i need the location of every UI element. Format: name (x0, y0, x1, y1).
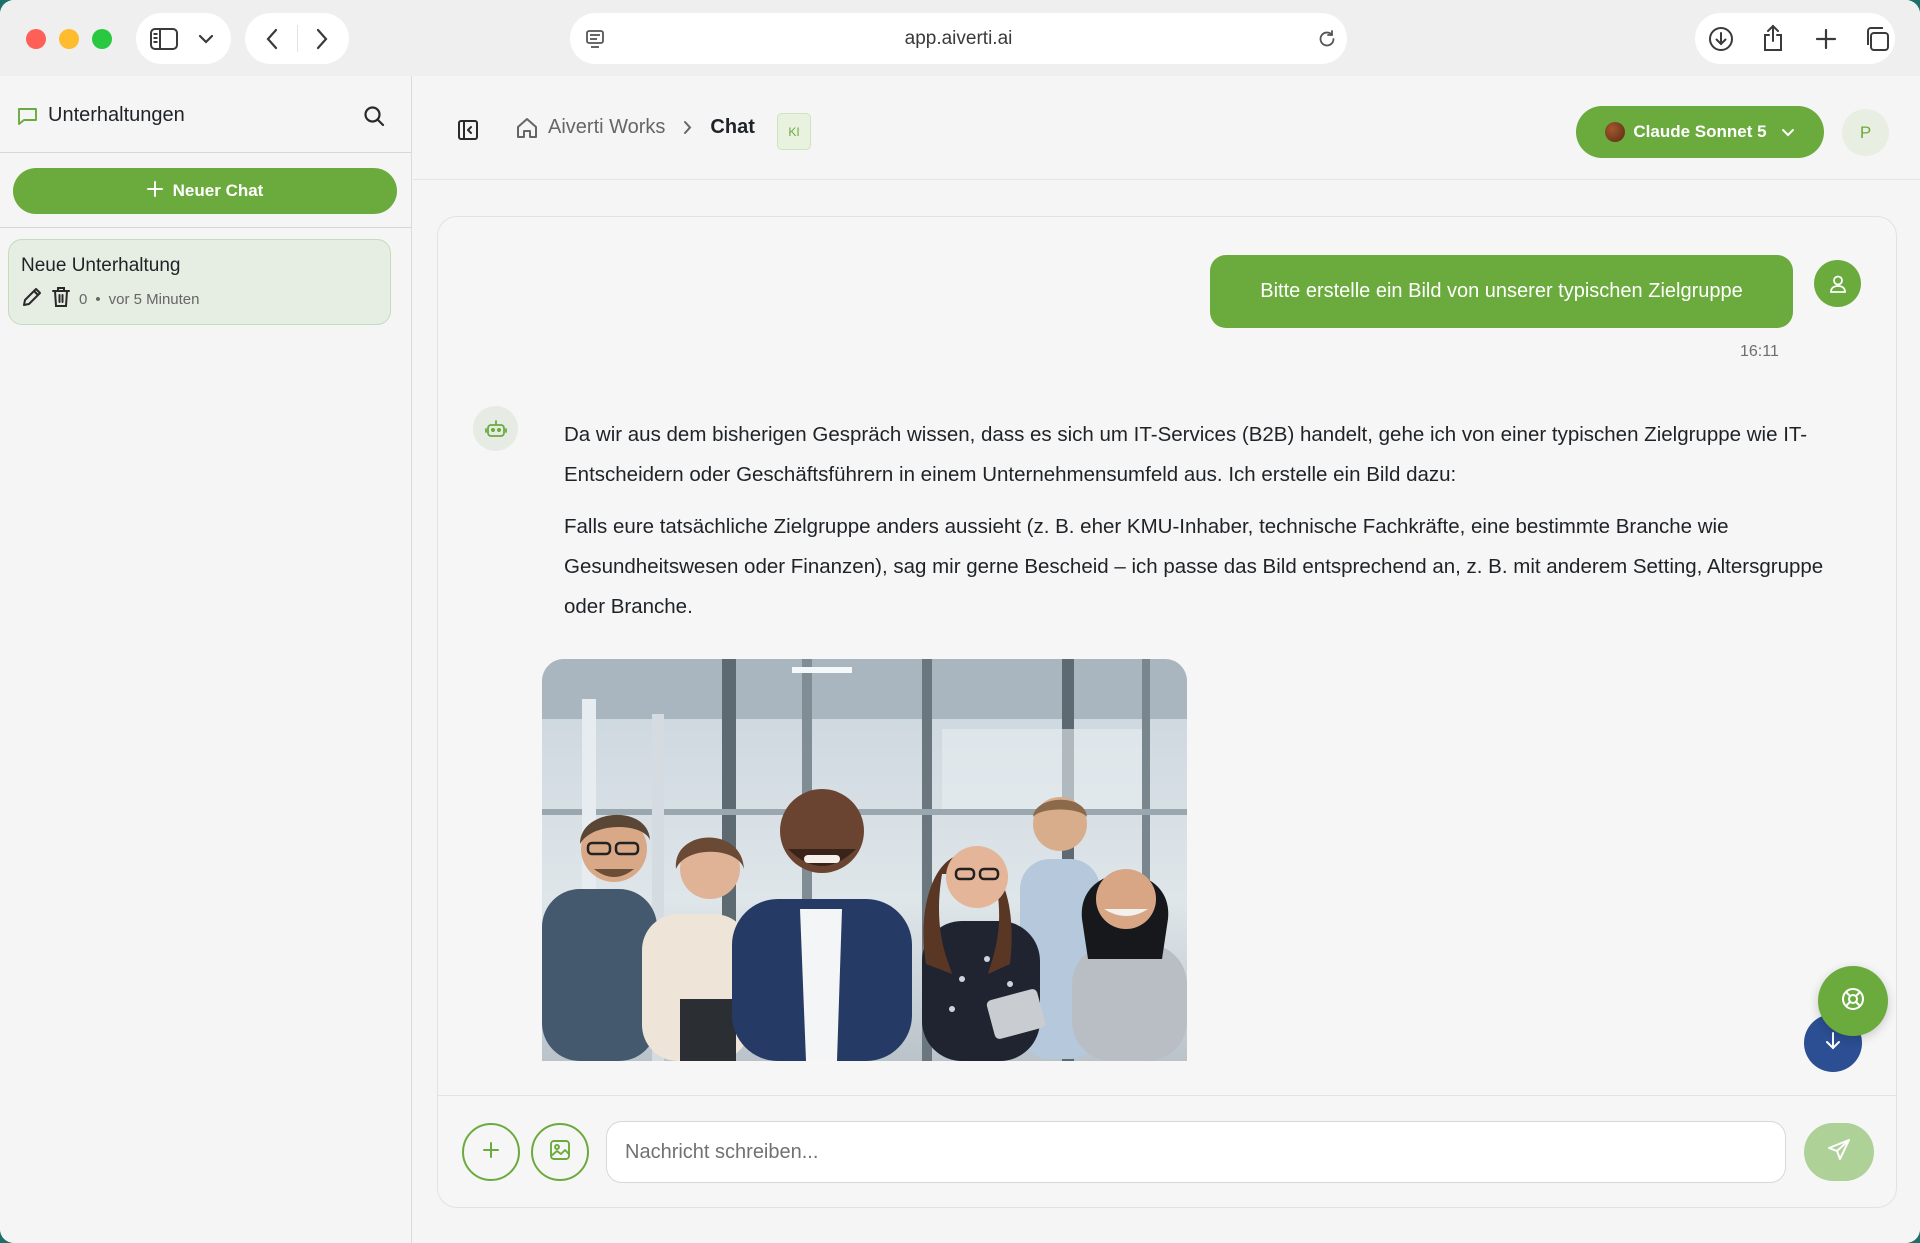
forward-icon[interactable] (309, 25, 335, 52)
top-bar: Aiverti Works Chat KI Claude Sonnet 5 P (413, 76, 1920, 180)
home-icon[interactable] (516, 117, 538, 139)
chevron-down-icon (1781, 128, 1795, 137)
chevron-right-icon (683, 120, 692, 135)
composer (438, 1095, 1896, 1207)
breadcrumb-home[interactable]: Aiverti Works (548, 116, 665, 139)
browser-toolbar: app.aiverti.ai (0, 0, 1920, 76)
help-button[interactable] (1818, 966, 1888, 1036)
ki-badge: KI (777, 113, 811, 150)
conversation-sidebar: Unterhaltungen Neuer Chat Neue Unterhalt… (0, 76, 412, 1243)
add-attachment-button[interactable] (462, 1123, 520, 1181)
back-icon[interactable] (259, 25, 285, 52)
message-timestamp: 16:11 (1740, 343, 1779, 360)
user-message: Bitte erstelle ein Bild von unserer typi… (1210, 255, 1793, 328)
sidebar-divider (0, 227, 411, 228)
zoom-window-button[interactable] (92, 29, 112, 49)
image-icon (549, 1139, 571, 1166)
main-area: Aiverti Works Chat KI Claude Sonnet 5 P … (413, 76, 1920, 1243)
send-icon (1827, 1138, 1851, 1167)
assistant-paragraph: Falls eure tatsächliche Zielgruppe ander… (564, 515, 1824, 618)
user-avatar[interactable]: P (1842, 109, 1889, 156)
address-bar[interactable]: app.aiverti.ai (570, 13, 1347, 64)
user-icon (1814, 260, 1861, 307)
sidebar-header: Unterhaltungen (0, 76, 411, 153)
model-logo-icon (1605, 122, 1626, 142)
browser-actions (1695, 13, 1895, 64)
bot-icon (473, 406, 518, 451)
message-count: 0 (79, 290, 88, 308)
conversation-item[interactable]: Neue Unterhaltung 0 • vor 5 Minuten (8, 239, 391, 325)
url-text: app.aiverti.ai (904, 28, 1013, 49)
add-image-button[interactable] (531, 1123, 589, 1181)
model-selector[interactable]: Claude Sonnet 5 (1576, 106, 1824, 158)
new-chat-button[interactable]: Neuer Chat (13, 168, 397, 214)
minimize-window-button[interactable] (59, 29, 79, 49)
tabs-overview-icon[interactable] (1863, 25, 1891, 53)
conversation-title: Neue Unterhaltung (21, 255, 181, 276)
generated-image[interactable] (542, 659, 1187, 1061)
reload-icon[interactable] (1316, 28, 1338, 50)
lifebuoy-icon (1841, 987, 1865, 1016)
new-tab-icon[interactable] (1813, 26, 1839, 52)
assistant-message: Da wir aus dem bisherigen Gespräch wisse… (564, 415, 1864, 627)
search-icon[interactable] (361, 103, 387, 129)
breadcrumb-current: Chat (710, 116, 755, 138)
sidebar-toggle-icon[interactable] (149, 25, 179, 52)
browser-window: app.aiverti.ai Unterhaltungen Neuer Chat… (0, 0, 1920, 1243)
breadcrumb: Aiverti Works Chat (516, 116, 755, 139)
share-icon[interactable] (1760, 23, 1786, 53)
assistant-paragraph: Da wir aus dem bisherigen Gespräch wisse… (564, 423, 1808, 486)
collapse-sidebar-icon[interactable] (456, 118, 480, 142)
navigation-group (245, 13, 349, 64)
meta-separator: • (95, 290, 101, 308)
plus-icon (482, 1141, 500, 1164)
new-chat-label: Neuer Chat (172, 181, 264, 200)
sidebar-title: Unterhaltungen (48, 104, 185, 126)
conversation-meta: 0 • vor 5 Minuten (21, 286, 200, 312)
chat-panel: Bitte erstelle ein Bild von unserer typi… (437, 216, 1897, 1208)
nav-divider (297, 25, 298, 52)
message-input[interactable] (606, 1121, 1786, 1183)
edit-icon[interactable] (21, 286, 43, 312)
sidebar-toggle-group (136, 13, 231, 64)
download-icon[interactable] (1707, 25, 1735, 53)
chevron-down-icon[interactable] (194, 27, 218, 51)
model-name: Claude Sonnet 5 (1633, 122, 1767, 141)
arrow-down-icon (1824, 1031, 1842, 1056)
close-window-button[interactable] (26, 29, 46, 49)
trash-icon[interactable] (51, 286, 71, 312)
plus-icon (146, 180, 163, 202)
send-button[interactable] (1804, 1123, 1874, 1181)
chat-bubble-icon (16, 105, 38, 127)
conversation-time: vor 5 Minuten (108, 290, 200, 308)
